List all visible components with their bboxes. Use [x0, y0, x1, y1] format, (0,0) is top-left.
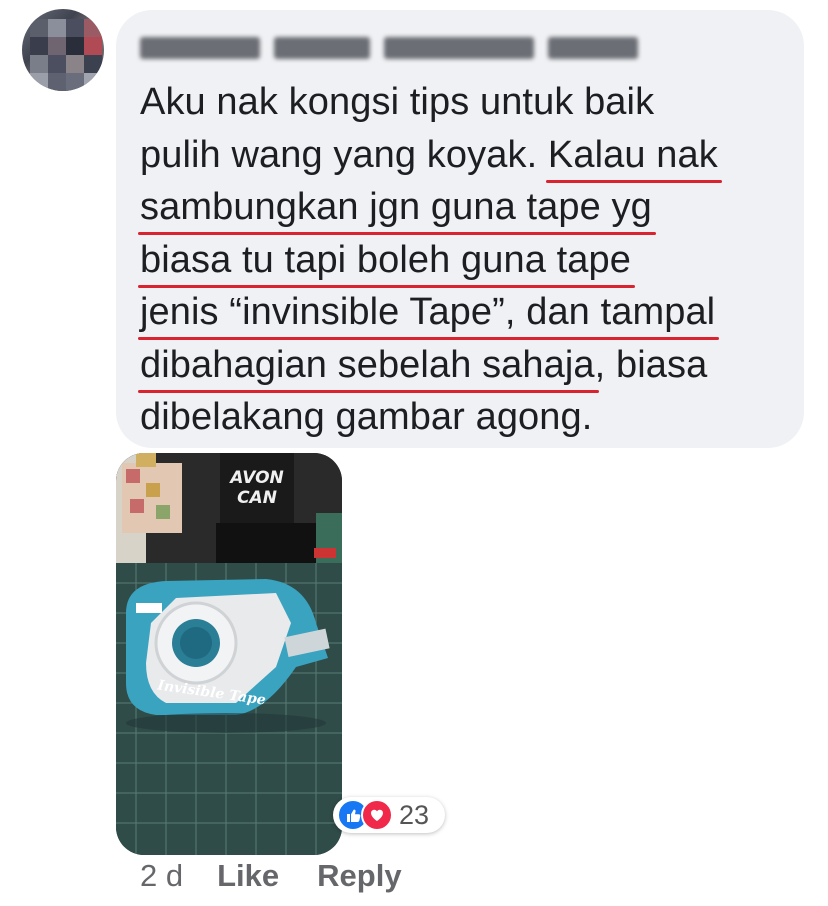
highlighted-text: biasa tu tapi boleh guna tape: [140, 238, 631, 281]
highlighted-text: dibahagian sebelah sahaja: [140, 343, 595, 386]
like-button[interactable]: Like: [217, 858, 279, 894]
photo-box-text-top: AVON: [228, 468, 284, 488]
highlighted-text: sambungkan jgn guna tape yg: [140, 186, 652, 228]
reactions-summary[interactable]: 23: [333, 797, 445, 833]
highlighted-text: jenis “invinsible Tape”, dan tampal: [140, 291, 716, 333]
attached-photo[interactable]: AVON CAN Invisible Tape: [116, 453, 342, 855]
love-reaction-icon: [361, 799, 393, 831]
reply-button[interactable]: Reply: [317, 858, 401, 894]
author-name-blurred[interactable]: [140, 33, 645, 63]
comment-line: sambungkan jgn guna tape yg: [140, 181, 790, 234]
comment-text: Aku nak kongsi tips untuk baik pulih wan…: [140, 76, 790, 444]
reaction-count: 23: [399, 799, 430, 830]
comment-line: dibahagian sebelah sahaja, biasa: [140, 343, 708, 386]
comment-line: biasa tu tapi boleh guna tape: [140, 234, 790, 287]
comment-line: jenis “invinsible Tape”, dan tampal: [140, 286, 790, 339]
comment-line: Aku nak kongsi tips untuk baik: [140, 81, 655, 123]
comment-line: dibelakang gambar agong.: [140, 396, 593, 438]
highlighted-text: Kalau nak: [547, 133, 718, 176]
comment-actions: 2 d Like Reply: [140, 858, 402, 894]
comment-line: pulih wang yang koyak. Kalau nak: [140, 133, 718, 176]
avatar[interactable]: [22, 9, 104, 91]
timestamp[interactable]: 2 d: [140, 858, 183, 894]
photo-box-text-bottom: CAN: [237, 488, 277, 508]
